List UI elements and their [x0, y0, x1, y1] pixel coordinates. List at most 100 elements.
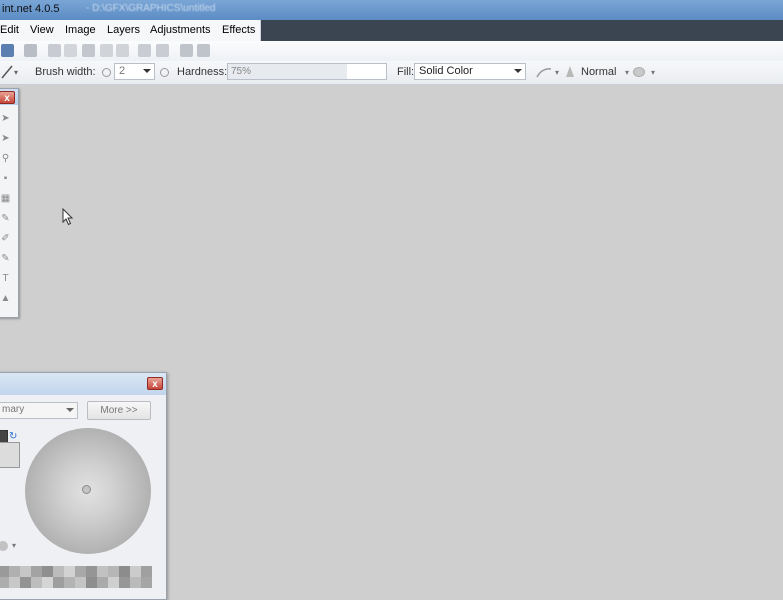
- palette-swatch[interactable]: [20, 577, 31, 588]
- brush-width-value: 2: [119, 65, 126, 77]
- color-mode-combo[interactable]: mary: [0, 402, 78, 419]
- tools-panel-header[interactable]: x: [0, 89, 18, 105]
- tools-close-button[interactable]: x: [0, 91, 15, 104]
- chevron-down-icon: [143, 69, 151, 73]
- color-mode-value: mary: [2, 404, 25, 415]
- blend-dropdown-icon[interactable]: ▾: [625, 68, 629, 77]
- palette-swatch[interactable]: [75, 577, 86, 588]
- swap-colors-icon[interactable]: ↻: [9, 432, 19, 442]
- menu-edit[interactable]: Edit: [0, 24, 19, 36]
- fill-mode-combo[interactable]: Solid Color: [414, 63, 526, 80]
- cut-icon[interactable]: [48, 44, 61, 57]
- palette-swatch[interactable]: [141, 577, 152, 588]
- palette-swatch[interactable]: [53, 577, 64, 588]
- decrease-width-icon[interactable]: [102, 68, 111, 77]
- increase-width-icon[interactable]: [160, 68, 169, 77]
- window-title: int.net 4.0.5: [2, 3, 60, 15]
- hardness-slider[interactable]: 75%: [227, 63, 387, 80]
- palette-swatch[interactable]: [64, 577, 75, 588]
- copy-icon[interactable]: [64, 44, 77, 57]
- blend-mode-value[interactable]: Normal: [581, 66, 616, 78]
- ruler-icon[interactable]: [197, 44, 210, 57]
- save-icon[interactable]: [1, 44, 14, 57]
- palette-swatch[interactable]: [42, 566, 53, 577]
- palette-swatch[interactable]: [119, 577, 130, 588]
- palette-swatch[interactable]: [75, 566, 86, 577]
- crop-icon[interactable]: [100, 44, 113, 57]
- pan-icon[interactable]: ▪: [0, 173, 11, 184]
- palette-swatch[interactable]: [108, 566, 119, 577]
- antialias-icon[interactable]: [536, 66, 552, 78]
- color-palette: [0, 566, 152, 588]
- tool-dropdown-icon[interactable]: ▾: [14, 68, 18, 77]
- palette-swatch[interactable]: [97, 566, 108, 577]
- alpha-dropdown-icon[interactable]: ▾: [651, 68, 655, 77]
- document-path: - D:\GFX\GRAPHICS\untitled: [86, 3, 216, 14]
- paste-icon[interactable]: [82, 44, 95, 57]
- menu-view[interactable]: View: [30, 24, 54, 36]
- tools-panel: x ➤ ➤ ⚲ ▪ ▦ ✎ ✐ ✎ T ▲: [0, 88, 19, 318]
- close-icon: x: [152, 379, 158, 390]
- menu-image[interactable]: Image: [65, 24, 96, 36]
- palette-swatch[interactable]: [64, 566, 75, 577]
- text-icon[interactable]: T: [0, 273, 11, 284]
- fill-mode-value: Solid Color: [419, 65, 473, 77]
- brush-tool-icon[interactable]: [1, 65, 13, 79]
- palette-swatch[interactable]: [20, 566, 31, 577]
- chevron-down-icon: [514, 69, 522, 73]
- menu-effects[interactable]: Effects: [222, 24, 255, 36]
- menu-adjustments[interactable]: Adjustments: [150, 24, 211, 36]
- menu-bar: Edit View Image Layers Adjustments Effec…: [0, 20, 783, 41]
- palette-swatch[interactable]: [119, 566, 130, 577]
- palette-swatch[interactable]: [31, 577, 42, 588]
- menu-layers[interactable]: Layers: [107, 24, 140, 36]
- brush-width-combo[interactable]: 2: [114, 63, 155, 80]
- zoom-icon[interactable]: ⚲: [0, 153, 11, 164]
- palette-swatch[interactable]: [86, 566, 97, 577]
- palette-swatch[interactable]: [97, 577, 108, 588]
- palette-swatch[interactable]: [108, 577, 119, 588]
- arrow-icon[interactable]: ➤: [0, 113, 11, 124]
- menu-host: Edit View Image Layers Adjustments Effec…: [0, 20, 261, 41]
- color-wheel-handle[interactable]: [82, 485, 91, 494]
- tool-options-bar: ▾ Brush width: 2 Hardness: 75% Fill: Sol…: [0, 61, 783, 85]
- palette-swatch[interactable]: [0, 566, 9, 577]
- alpha-icon[interactable]: [633, 67, 645, 77]
- clone-icon[interactable]: ✎: [0, 253, 11, 264]
- title-bar: int.net 4.0.5 - D:\GFX\GRAPHICS\untitled: [0, 0, 783, 20]
- palette-swatch[interactable]: [9, 566, 20, 577]
- deselect-icon[interactable]: [116, 44, 129, 57]
- print-icon[interactable]: [24, 44, 37, 57]
- chevron-down-icon: [66, 408, 74, 412]
- pencil-icon[interactable]: ✐: [0, 233, 11, 244]
- palette-swatch[interactable]: [130, 566, 141, 577]
- antialias-dropdown-icon[interactable]: ▾: [555, 68, 559, 77]
- colors-close-button[interactable]: x: [147, 377, 163, 390]
- palette-swatch[interactable]: [0, 577, 9, 588]
- palette-swatch[interactable]: [31, 566, 42, 577]
- secondary-color-swatch[interactable]: [0, 442, 20, 468]
- redo-icon[interactable]: [156, 44, 169, 57]
- more-button[interactable]: More >>: [87, 401, 151, 420]
- palette-swatch[interactable]: [42, 577, 53, 588]
- hardness-label: Hardness:: [177, 66, 228, 78]
- reset-dropdown-icon[interactable]: ▾: [12, 541, 16, 550]
- palette-swatch[interactable]: [86, 577, 97, 588]
- mouse-cursor-icon: [62, 208, 74, 226]
- main-toolbar: [0, 41, 783, 62]
- palette-swatch[interactable]: [130, 577, 141, 588]
- brush-icon[interactable]: ✎: [0, 213, 11, 224]
- palette-swatch[interactable]: [53, 566, 64, 577]
- shape-icon[interactable]: ▲: [0, 293, 11, 304]
- fill-label: Fill:: [397, 66, 415, 78]
- palette-swatch[interactable]: [141, 566, 152, 577]
- colors-panel: x mary More >> ↻ ▾: [0, 372, 167, 600]
- fill-icon[interactable]: ▦: [0, 193, 11, 204]
- reset-colors-icon[interactable]: [0, 541, 8, 551]
- color-wheel[interactable]: [25, 428, 151, 554]
- palette-swatch[interactable]: [9, 577, 20, 588]
- undo-icon[interactable]: [138, 44, 151, 57]
- move-icon[interactable]: ➤: [0, 133, 11, 144]
- colors-panel-header[interactable]: x: [0, 373, 166, 395]
- grid-icon[interactable]: [180, 44, 193, 57]
